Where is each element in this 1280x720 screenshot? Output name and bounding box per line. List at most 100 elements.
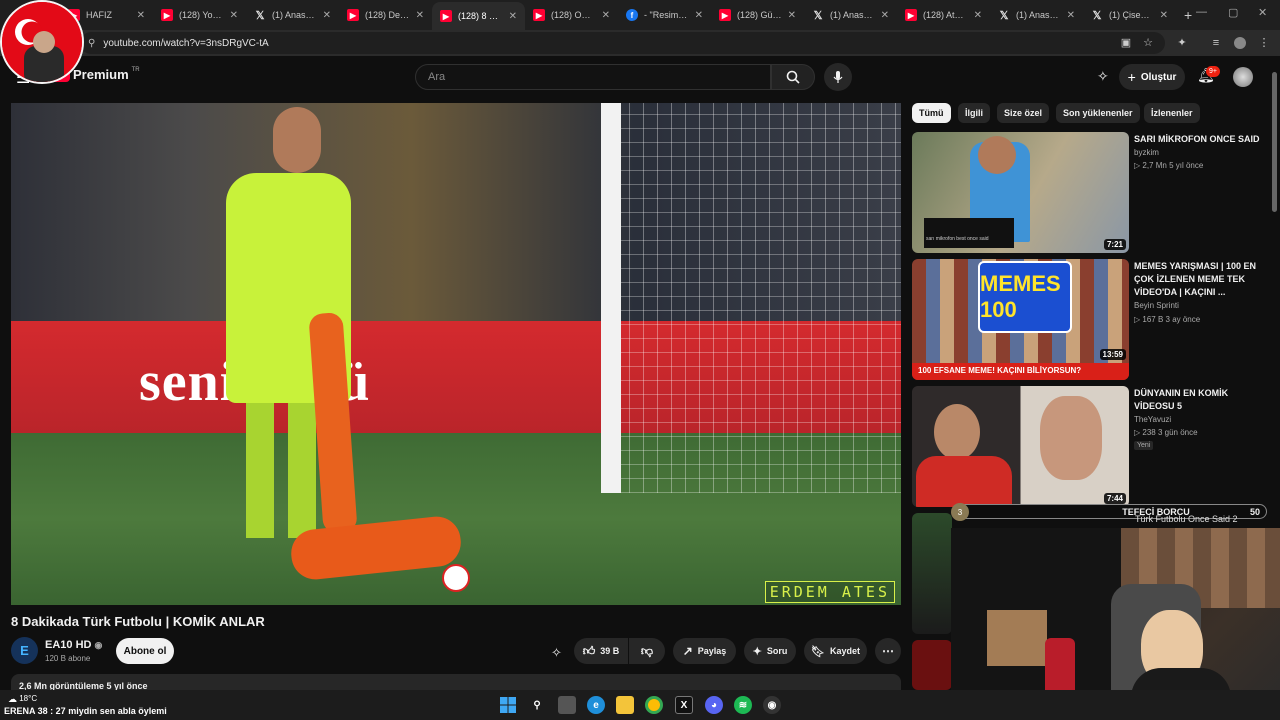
more-horizontal-icon: ⋯	[882, 644, 894, 658]
video-player[interactable]: seni düşü ERDEM ATES	[11, 103, 901, 605]
spotify-icon[interactable]: ≋	[734, 696, 752, 714]
recommended-age: 3 ay önce	[1165, 315, 1201, 324]
chrome-browser-icon[interactable]	[645, 696, 663, 714]
youtube-favicon-icon: ▶	[533, 9, 545, 21]
scrollbar-thumb[interactable]	[1272, 72, 1277, 212]
reading-list-icon[interactable]: ≡	[1210, 37, 1222, 49]
create-button[interactable]: + Oluştur	[1119, 64, 1185, 90]
task-view-icon[interactable]	[558, 696, 576, 714]
tab-close-icon[interactable]: ✕	[1160, 10, 1168, 21]
browser-tab[interactable]: f - "Resimleri kim ✕	[618, 2, 711, 28]
browser-tab[interactable]: ▶ (128) YouTube ✕	[153, 2, 246, 28]
tab-close-icon[interactable]: ✕	[416, 10, 424, 21]
browser-tab[interactable]: ▶ (128) Ataberk Do ✕	[897, 2, 990, 28]
browser-tab[interactable]: 𝕏 (1) Anasayfa / X ✕	[804, 2, 897, 28]
chip-watched[interactable]: İzlenenler	[1144, 103, 1200, 123]
search-icon	[786, 70, 800, 84]
video-duration: 13:59	[1099, 349, 1126, 360]
start-windows-icon[interactable]	[499, 696, 517, 714]
channel-avatar[interactable]: E	[11, 637, 38, 664]
plus-icon: +	[1127, 69, 1136, 85]
tab-close-icon[interactable]: ✕	[230, 10, 238, 21]
account-avatar[interactable]	[1233, 67, 1253, 87]
view-stats: 2,6 Mn görüntüleme 5 yıl önce	[19, 681, 148, 690]
sparkle-icon[interactable]: ✧	[551, 645, 562, 661]
tab-close-icon[interactable]: ✕	[974, 10, 982, 21]
x-favicon-icon: 𝕏	[813, 9, 823, 22]
dislike-button[interactable]: 👎︎	[629, 638, 665, 664]
share-button[interactable]: ↗ Paylaş	[673, 638, 736, 664]
browser-tab-label: HAFIZ	[86, 10, 112, 20]
file-explorer-icon[interactable]	[616, 696, 634, 714]
voice-search-button[interactable]	[824, 63, 852, 91]
search-input[interactable]: Ara	[415, 64, 771, 90]
tab-close-icon[interactable]: ✕	[881, 10, 889, 21]
logo-premium-text: Premium	[73, 66, 129, 82]
obs-recording-icon[interactable]: ◉	[763, 696, 781, 714]
ask-button[interactable]: ✦ Soru	[744, 638, 796, 664]
windows-taskbar: ⚲ e X ◕ ≋ ◉	[0, 690, 1280, 720]
search-button[interactable]	[771, 64, 815, 90]
webcam-microphone	[1045, 638, 1075, 698]
recommended-video-3[interactable]: 7:44 DÜNYANIN EN KOMİK VİDEOSU 5 TheYavu…	[912, 386, 1272, 508]
tab-close-icon[interactable]: ✕	[509, 11, 517, 22]
weather-widget[interactable]: ☁ 18°C	[8, 694, 37, 705]
taskbar-search-icon[interactable]: ⚲	[528, 696, 546, 714]
chip-for-you[interactable]: Size özel	[997, 103, 1050, 123]
recommended-stats: ▷ 167 B 3 ay önce	[1134, 315, 1201, 324]
subscribe-label: Abone ol	[123, 645, 167, 657]
premium-sparkle-icon[interactable]: ✧	[1097, 68, 1109, 85]
browser-tab[interactable]: ▶ (128) Gülmeme ✕	[711, 2, 804, 28]
url-bar[interactable]: ⚲ youtube.com/watch?v=3nsDRgVC-tA	[80, 32, 1165, 54]
tab-close-icon[interactable]: ✕	[137, 10, 145, 21]
more-actions-button[interactable]: ⋯	[875, 638, 901, 664]
close-window-icon[interactable]: ✕	[1258, 6, 1267, 19]
tab-close-icon[interactable]: ✕	[788, 10, 796, 21]
browser-tab[interactable]: 𝕏 (1) Anasayfa / X ✕	[990, 2, 1083, 28]
tab-close-icon[interactable]: ✕	[695, 10, 703, 21]
goal-level-badge: 3	[951, 503, 969, 521]
browser-tab[interactable]: 𝕏 (1) Çisem (@zey ✕	[1083, 2, 1176, 28]
maximize-icon[interactable]: ▢	[1228, 6, 1238, 19]
tab-close-icon[interactable]: ✕	[1067, 10, 1075, 21]
discord-icon[interactable]: ◕	[705, 696, 723, 714]
browser-tab[interactable]: ▶ (128) OKYANUS ✕	[525, 2, 618, 28]
channel-name[interactable]: EA10 HD ◉	[45, 639, 102, 651]
tab-close-icon[interactable]: ✕	[602, 10, 610, 21]
search-placeholder: Ara	[428, 71, 446, 83]
chip-all[interactable]: Tümü	[912, 103, 951, 123]
like-button[interactable]: 👍︎ 39 B	[574, 638, 628, 664]
new-tab-icon[interactable]: +	[1184, 7, 1192, 23]
profile-avatar-icon[interactable]	[1234, 37, 1246, 49]
goal-post	[601, 103, 621, 493]
cast-icon[interactable]: ▣	[1120, 37, 1132, 49]
x-app-icon[interactable]: X	[675, 696, 693, 714]
extensions-icon[interactable]: ✦	[1176, 37, 1188, 49]
subscriber-count: 120 B abone	[45, 654, 91, 663]
youtube-favicon-icon: ▶	[440, 10, 452, 22]
browser-tab[interactable]: ▶ (128) 8 Dakik ✕	[432, 2, 525, 30]
subscribe-button[interactable]: Abone ol	[116, 638, 174, 664]
channel-name-text: EA10 HD	[45, 639, 92, 651]
description-box[interactable]: 2,6 Mn görüntüleme 5 yıl önce	[11, 674, 901, 690]
save-label: Kaydet	[829, 646, 860, 656]
recommended-video-1[interactable]: sarı mikrofon best once said 7:21 SARI M…	[912, 132, 1272, 253]
browser-tab[interactable]: ▶ (128) Demirt ✕	[339, 2, 432, 28]
save-button[interactable]: 🔖︎ Kaydet	[804, 638, 867, 664]
bookmark-star-icon[interactable]: ☆	[1142, 37, 1154, 49]
recommended-title: SARI MİKROFON ONCE SAID	[1134, 134, 1260, 144]
chip-recent-uploads[interactable]: Son yüklenenler	[1056, 103, 1140, 123]
browser-menu-icon[interactable]: ⋮	[1258, 37, 1270, 49]
new-badge: Yeni	[1134, 441, 1154, 450]
browser-tab-label: (128) Gülmeme	[737, 10, 782, 20]
browser-tab[interactable]: 𝕏 (1) Anasayfa ✕	[246, 2, 339, 28]
youtube-favicon-icon: ▶	[347, 9, 359, 21]
create-label: Oluştur	[1140, 71, 1177, 83]
recommended-video-2[interactable]: MEMES 100 100 EFSANE MEME! KAÇINI BİLİYO…	[912, 259, 1272, 381]
url-text: youtube.com/watch?v=3nsDRgVC-tA	[103, 37, 269, 49]
minimize-icon[interactable]: —	[1196, 6, 1207, 18]
site-info-icon[interactable]: ⚲	[88, 38, 95, 49]
tab-close-icon[interactable]: ✕	[323, 10, 331, 21]
edge-browser-icon[interactable]: e	[587, 696, 605, 714]
chip-related[interactable]: İlgili	[958, 103, 990, 123]
